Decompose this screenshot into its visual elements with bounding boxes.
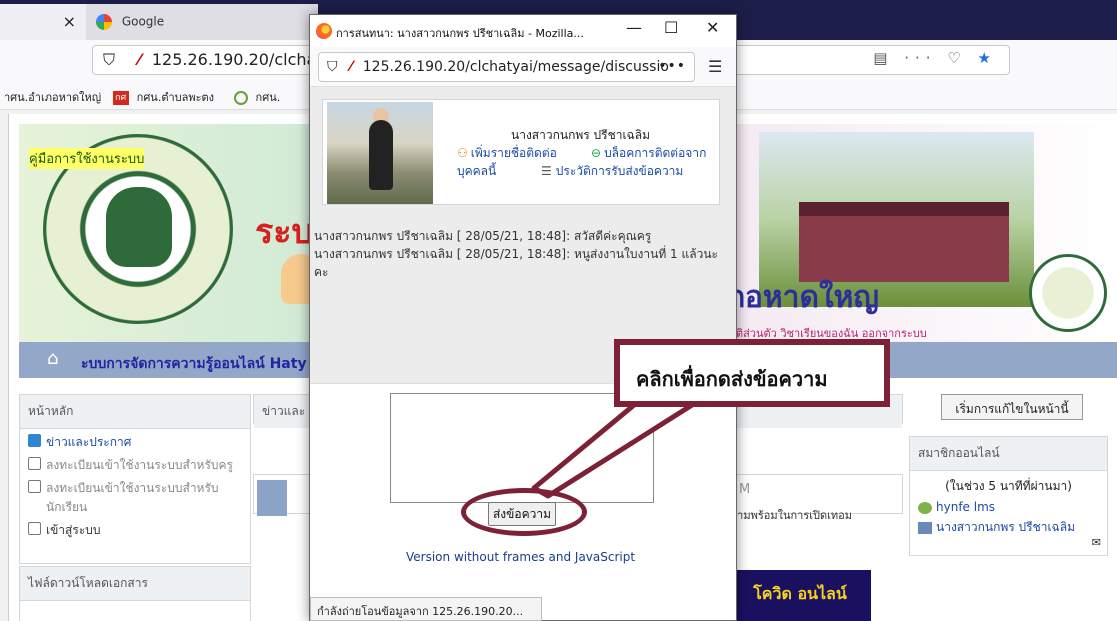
user-avatar	[918, 521, 932, 534]
online-users-header: สมาชิกออนไลน์	[910, 437, 1107, 471]
organization-seal-small-logo	[1029, 254, 1107, 332]
document-icon	[28, 522, 41, 535]
popup-content: นางสาวกนกพร ปรีชาเฉลิม ⚇ เพิ่มรายชื่อติดต…	[310, 87, 736, 583]
block-contact-link-cont[interactable]: บุคคลนี้	[457, 162, 496, 181]
message-history-label: ประวัติการรับส่งข้อความ	[555, 164, 684, 178]
no-frames-link[interactable]: Version without frames and JavaScript	[406, 550, 635, 564]
downloads-item[interactable]: คู่มือการใช้งานระบบ	[29, 148, 145, 169]
promo-banner[interactable]: โควิด อนไลน์	[729, 570, 871, 621]
bookmark-star-icon[interactable]: ★	[978, 49, 997, 67]
firefox-icon	[316, 23, 332, 39]
chat-popup-window: การสนทนา: นางสาวกนกพร ปรีชาเฉลิม - Mozil…	[309, 14, 737, 621]
maximize-button[interactable]: ☐	[664, 18, 678, 37]
block-contact-link[interactable]: ⊖ บล็อคการติดต่อจาก	[591, 144, 706, 163]
online-user-name: นางสาวกนกพร ปรีชาเฉลิม	[936, 520, 1075, 534]
main-menu-header: หน้าหลัก	[20, 395, 250, 429]
popup-title: การสนทนา: นางสาวกนกพร ปรีชาเฉลิม - Mozil…	[336, 27, 584, 40]
main-menu-block: หน้าหลัก ข่าวและประกาศ ลงทะเบียนเข้าใช้ง…	[19, 394, 251, 564]
document-icon	[28, 457, 41, 470]
instruction-callout: คลิกเพื่อกดส่งข้อความ	[614, 339, 890, 407]
online-user-name: hynfe lms	[936, 500, 996, 514]
menu-item-label: ข่าวและประกาศ	[46, 435, 132, 449]
profile-card: นางสาวกนกพร ปรีชาเฉลิม ⚇ เพิ่มรายชื่อติดต…	[322, 99, 720, 205]
menu-item-register-student[interactable]: ลงทะเบียนเข้าใช้งานระบบสำหรับนักเรียน	[28, 479, 242, 517]
close-button[interactable]: ✕	[706, 18, 719, 37]
google-icon	[96, 14, 112, 30]
profile-name: นางสาวกนกพร ปรีชาเฉลิม	[511, 128, 650, 142]
close-icon[interactable]: ×	[63, 12, 76, 31]
menu-item-label: เข้าสู่ระบบ	[46, 523, 101, 537]
menu-item-register-teacher[interactable]: ลงทะเบียนเข้าใช้งานระบบสำหรับครู	[28, 456, 242, 475]
online-user[interactable]: นางสาวกนกพร ปรีชาเฉลิม	[918, 518, 1099, 537]
news-item-fragment: M	[739, 482, 751, 497]
news-icon	[28, 434, 41, 447]
reader-menu-pocket-icons[interactable]: ▤ ··· ♡	[873, 49, 966, 67]
tab-google-title: Google	[121, 14, 165, 29]
shield-icon: ⛉	[103, 50, 116, 69]
tab-google[interactable]: Google	[86, 4, 318, 40]
popup-title-bar: การสนทนา: นางสาวกนกพร ปรีชาเฉลิม - Mozil…	[310, 15, 736, 47]
message-line: นางสาวกนกพร ปรีชาเฉลิม [ 28/05/21, 18:48…	[314, 229, 652, 243]
document-icon	[28, 480, 41, 493]
mail-icon[interactable]: ✉	[1092, 536, 1101, 549]
edit-page-button[interactable]: เริ่มการแก้ไขในหน้านี้	[941, 394, 1083, 420]
popup-url-text: 125.26.190.20/clchatyai/message/discussi…	[362, 59, 669, 75]
block-contact-label: บล็อคการติดต่อจาก	[604, 146, 707, 160]
page-actions-icon[interactable]: •••	[658, 58, 686, 74]
site-title: ะบบการจัดการความรู้ออนไลน์ Haty	[81, 356, 307, 372]
message-line: นางสาวกนกพร ปรีชาเฉลิม [ 28/05/21, 18:48…	[314, 247, 718, 279]
tab-partial[interactable]: ×	[0, 4, 86, 40]
news-snippet: วามพร้อมในการเปิดเทอม	[731, 509, 853, 522]
bookmark-item[interactable]: กศ กศน.ตำบลพะตง	[112, 91, 222, 105]
instruction-text: คลิกเพื่อกดส่งข้อความ	[636, 367, 828, 391]
history-icon: ☰	[541, 164, 552, 178]
message-log: นางสาวกนกพร ปรีชาเฉลิม [ 28/05/21, 18:48…	[314, 227, 724, 281]
online-users-subtitle: (ในช่วง 5 นาทีที่ผ่านมา)	[945, 479, 1072, 493]
compose-area: ส่งข้อความ Version without frames and Ja…	[310, 383, 736, 583]
popup-url-bar[interactable]: ⛉ ⁄ 125.26.190.20/clchatyai/message/disc…	[318, 52, 695, 82]
menu-item-news[interactable]: ข่าวและประกาศ	[28, 433, 242, 452]
news-author-avatar	[257, 480, 287, 516]
menu-item-label: ลงทะเบียนเข้าใช้งานระบบสำหรับครู	[46, 458, 234, 472]
minimize-button[interactable]: —	[626, 18, 642, 37]
online-user[interactable]: hynfe lms	[918, 500, 1099, 514]
downloads-block: ไฟล์ดาวน์โหลดเอกสาร	[19, 566, 251, 621]
url-actions[interactable]: ▤ ··· ♡ ★	[873, 49, 997, 67]
insecure-lock-icon: ⁄	[349, 59, 353, 75]
message-history-link[interactable]: ☰ ประวัติการรับส่งข้อความ	[541, 162, 683, 181]
menu-item-label: ลงทะเบียนเข้าใช้งานระบบสำหรับนักเรียน	[46, 481, 219, 514]
user-avatar	[918, 501, 932, 514]
hamburger-menu-icon[interactable]: ☰	[708, 57, 722, 76]
send-message-button[interactable]: ส่งข้อความ	[488, 502, 556, 526]
bookmark-favicon-icon: กศ	[112, 91, 129, 105]
bookmark-favicon-icon	[233, 91, 248, 105]
banner-title-left: ระบ	[255, 212, 314, 252]
add-contact-label: เพิ่มรายชื่อติดต่อ	[470, 146, 557, 160]
downloads-header: ไฟล์ดาวน์โหลดเอกสาร	[20, 567, 250, 601]
add-contact-icon: ⚇	[457, 146, 468, 160]
block-icon: ⊖	[591, 146, 602, 160]
status-bar: กำลังถ่ายโอนข้อมูลจาก 125.26.190.20...	[310, 597, 542, 621]
insecure-lock-icon: ⁄	[138, 50, 141, 69]
bookmark-item[interactable]: กศน.	[233, 91, 289, 105]
add-contact-link[interactable]: ⚇ เพิ่มรายชื่อติดต่อ	[457, 144, 557, 163]
message-input[interactable]	[390, 393, 654, 503]
popup-nav-bar: ⛉ ⁄ 125.26.190.20/clchatyai/message/disc…	[310, 47, 736, 87]
home-icon[interactable]: ⌂	[47, 348, 58, 369]
online-users-block: สมาชิกออนไลน์ (ในช่วง 5 นาทีที่ผ่านมา) h…	[909, 436, 1108, 556]
bookmark-label: กศน.ตำบลพะตง	[136, 91, 215, 104]
shield-icon: ⛉	[327, 59, 338, 75]
menu-item-login[interactable]: เข้าสู่ระบบ	[28, 521, 242, 540]
profile-photo	[327, 102, 433, 204]
bookmark-label: กศน.	[255, 91, 281, 104]
bookmark-item[interactable]: าศน.อำเภอหาดใหญ่	[4, 91, 101, 104]
